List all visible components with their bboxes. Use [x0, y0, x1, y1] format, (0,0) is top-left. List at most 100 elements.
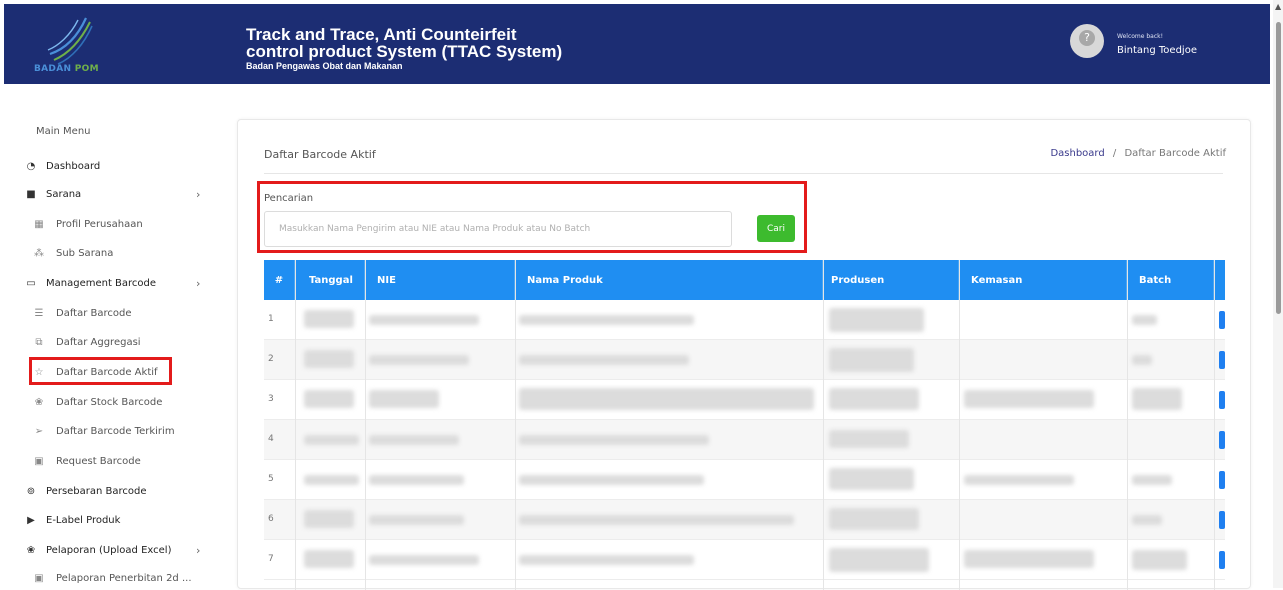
nav-pelaporan-penerbitan[interactable]: ▣ Pelaporan Penerbitan 2d ... — [32, 567, 191, 589]
redacted-tanggal — [304, 550, 354, 568]
redacted-batch — [1132, 315, 1157, 325]
nav-daftar-barcode-terkirim[interactable]: ➢ Daftar Barcode Terkirim — [32, 420, 175, 442]
breadcrumb: Dashboard / Daftar Barcode Aktif — [1050, 148, 1226, 159]
column-divider — [365, 260, 366, 590]
gift-icon: ❀ — [26, 544, 36, 556]
redacted-batch — [1132, 355, 1152, 365]
redacted-tanggal — [304, 435, 359, 445]
nav-sarana[interactable]: ■ Sarana › — [24, 183, 200, 205]
redacted-nama-produk — [519, 435, 709, 445]
row-action-button[interactable] — [1219, 311, 1225, 329]
chevron-right-icon: › — [196, 276, 201, 290]
col-tanggal[interactable]: Tanggal — [295, 260, 365, 300]
col-nie[interactable]: NIE — [365, 260, 515, 300]
redacted-produsen — [829, 468, 914, 490]
nav-pelaporan-upload-excel[interactable]: ❀ Pelaporan (Upload Excel) › — [24, 539, 201, 561]
layers-icon: ⧉ — [35, 336, 43, 348]
app-subtitle: Badan Pengawas Obat dan Makanan — [246, 61, 403, 71]
nav-persebaran-barcode[interactable]: ⊚ Persebaran Barcode — [24, 480, 147, 502]
redacted-batch — [1132, 550, 1187, 570]
column-divider — [823, 260, 824, 590]
redacted-produsen — [829, 308, 924, 332]
redacted-kemasan — [964, 475, 1074, 485]
redacted-produsen — [829, 348, 914, 372]
nav-request-barcode[interactable]: ▣ Request Barcode — [32, 450, 141, 472]
redacted-nama-produk — [519, 355, 689, 365]
send-icon: ➢ — [34, 425, 44, 437]
breadcrumb-dashboard-link[interactable]: Dashboard — [1050, 148, 1104, 159]
col-produsen[interactable]: Produsen — [823, 260, 959, 300]
redacted-tanggal — [304, 310, 354, 328]
building-icon: ▦ — [34, 218, 44, 230]
redacted-nama-produk — [519, 475, 704, 485]
map-pin-icon: ⊚ — [26, 485, 36, 497]
scrollbar-thumb[interactable] — [1276, 22, 1281, 314]
table-row[interactable]: 7 — [264, 540, 1225, 580]
redacted-nie — [369, 515, 464, 525]
redacted-nie — [369, 315, 479, 325]
nav-daftar-stock-barcode[interactable]: ❀ Daftar Stock Barcode — [32, 391, 163, 413]
window-icon: ▭ — [26, 277, 36, 289]
user-name[interactable]: Bintang Toedjoe — [1117, 45, 1197, 56]
col-kemasan[interactable]: Kemasan — [959, 260, 1127, 300]
column-divider — [515, 260, 516, 590]
row-action-button[interactable] — [1219, 551, 1225, 569]
highlight-search-area — [257, 181, 807, 253]
row-action-button[interactable] — [1219, 511, 1225, 529]
col-number[interactable]: # — [264, 260, 295, 300]
highlight-active-menu — [29, 357, 172, 385]
row-action-button[interactable] — [1219, 391, 1225, 409]
col-batch[interactable]: Batch — [1127, 260, 1214, 300]
redacted-nie — [369, 435, 459, 445]
table-row[interactable]: 2 — [264, 340, 1225, 380]
column-divider — [1127, 260, 1128, 590]
network-icon: ⁂ — [34, 247, 44, 259]
nav-profil-perusahaan[interactable]: ▦ Profil Perusahaan — [32, 213, 142, 235]
row-action-button[interactable] — [1219, 351, 1225, 369]
column-divider — [295, 260, 296, 590]
table-header: # Tanggal NIE Nama Produk Produsen Kemas… — [264, 260, 1225, 300]
redacted-produsen — [829, 548, 929, 572]
redacted-nie — [369, 475, 464, 485]
row-action-button[interactable] — [1219, 431, 1225, 449]
table-row[interactable]: 4 — [264, 420, 1225, 460]
logo-text: BADAN POM — [34, 64, 99, 74]
redacted-tanggal — [304, 390, 354, 408]
redacted-nama-produk — [519, 515, 794, 525]
welcome-text: Welcome back! — [1117, 33, 1164, 40]
list-icon: ☰ — [34, 307, 44, 319]
redacted-tanggal — [304, 475, 359, 485]
table-row[interactable]: 1 — [264, 300, 1225, 340]
table-row[interactable]: 3 — [264, 380, 1225, 420]
nav-daftar-aggregasi[interactable]: ⧉ Daftar Aggregasi — [32, 331, 140, 353]
gift-icon: ❀ — [34, 396, 44, 408]
redacted-kemasan — [964, 390, 1094, 408]
table-row[interactable]: 6 — [264, 500, 1225, 540]
scroll-up-arrow-icon[interactable]: ▲ — [1275, 2, 1281, 11]
redacted-nama-produk — [519, 555, 694, 565]
page-title: Daftar Barcode Aktif — [264, 148, 376, 161]
col-nama-produk[interactable]: Nama Produk — [515, 260, 823, 300]
column-divider — [959, 260, 960, 590]
redacted-batch — [1132, 388, 1182, 410]
redacted-tanggal — [304, 510, 354, 528]
main-menu-title: Main Menu — [36, 126, 91, 137]
row-action-button[interactable] — [1219, 471, 1225, 489]
chevron-right-icon: › — [196, 187, 201, 201]
nav-management-barcode[interactable]: ▭ Management Barcode › — [24, 272, 200, 294]
folder-user-icon: ■ — [26, 188, 36, 200]
redacted-batch — [1132, 515, 1162, 525]
redacted-nama-produk — [519, 315, 694, 325]
redacted-tanggal — [304, 350, 354, 368]
nav-e-label-produk[interactable]: ▶ E-Label Produk — [24, 509, 120, 531]
nav-dashboard[interactable]: ◔ Dashboard — [24, 155, 101, 177]
nav-daftar-barcode[interactable]: ☰ Daftar Barcode — [32, 302, 132, 324]
redacted-nie — [369, 390, 439, 408]
table-row[interactable]: 5 — [264, 460, 1225, 500]
nav-sub-sarana[interactable]: ⁂ Sub Sarana — [32, 242, 113, 264]
redacted-batch — [1132, 475, 1172, 485]
gauge-icon: ◔ — [26, 160, 36, 172]
user-avatar[interactable] — [1070, 24, 1104, 58]
redacted-produsen — [829, 508, 919, 530]
monitor-icon: ▣ — [34, 455, 44, 467]
